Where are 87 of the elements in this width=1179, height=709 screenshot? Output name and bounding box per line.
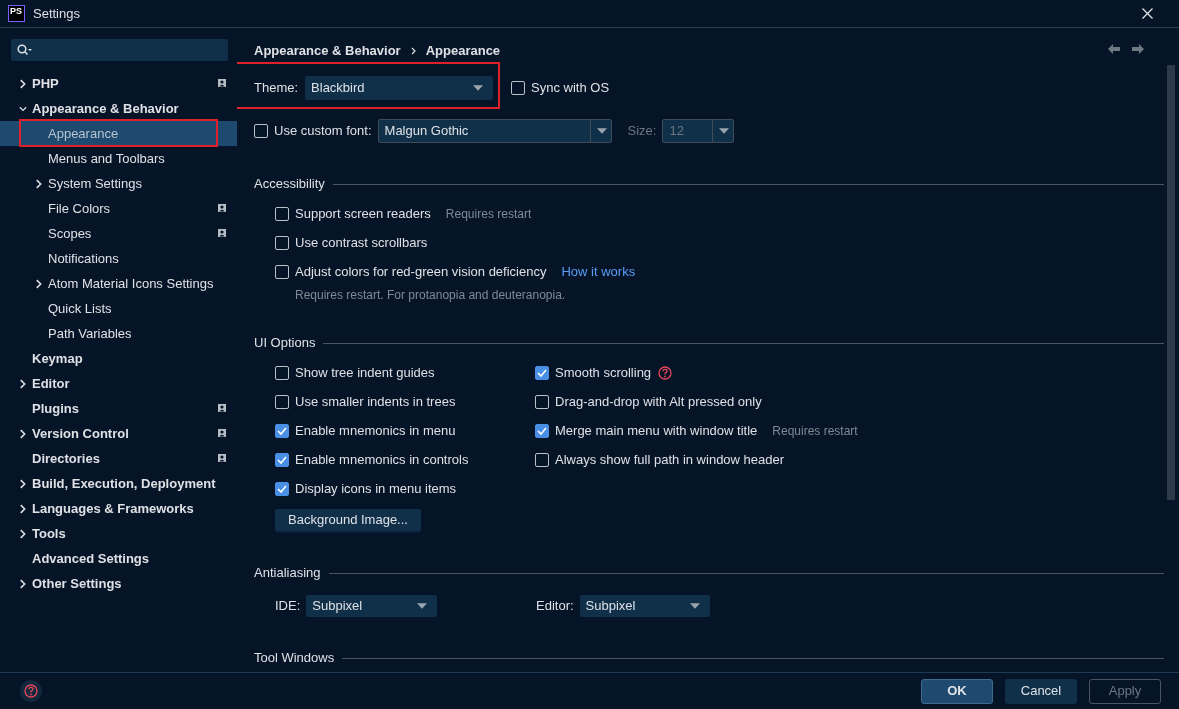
tree-item[interactable]: Version Control xyxy=(0,421,237,446)
tree-item[interactable]: Keymap xyxy=(0,346,237,371)
checkbox[interactable] xyxy=(535,365,549,380)
tree-item[interactable]: Other Settings xyxy=(0,571,237,596)
checkbox[interactable] xyxy=(254,124,268,138)
theme-dropdown[interactable]: Blackbird xyxy=(305,76,494,100)
dropdown-label: Editor: xyxy=(536,597,574,616)
dropdown-arrow-icon xyxy=(473,85,484,91)
how-it-works-link[interactable]: How it works xyxy=(561,261,636,282)
back-arrow-icon[interactable] xyxy=(1108,44,1120,54)
section-title: Accessibility xyxy=(254,175,325,194)
checkbox-label: Display icons in menu items xyxy=(295,479,457,498)
note-text: Requires restart xyxy=(772,422,858,440)
checkbox-label: Show tree indent guides xyxy=(295,363,435,382)
theme-label: Theme: xyxy=(254,79,299,98)
breadcrumb-separator-icon xyxy=(410,47,416,55)
checkbox-label: Support screen readers xyxy=(295,204,431,223)
checkbox-label: Use custom font: xyxy=(274,122,372,141)
checkbox[interactable] xyxy=(275,206,289,221)
tree-item[interactable]: Build, Execution, Deployment xyxy=(0,471,237,496)
checkbox[interactable] xyxy=(535,394,549,409)
search-icon xyxy=(17,44,32,56)
tree-item[interactable]: Atom Material Icons Settings xyxy=(0,271,237,296)
tree-item[interactable]: Notifications xyxy=(0,246,237,271)
dialog-button[interactable]: Cancel xyxy=(1005,678,1077,704)
forward-arrow-icon[interactable] xyxy=(1132,44,1144,54)
dialog-button[interactable]: OK xyxy=(921,678,993,704)
checkbox[interactable] xyxy=(275,264,289,279)
tree-item[interactable]: Quick Lists xyxy=(0,296,237,321)
checkbox-label: Sync with OS xyxy=(531,79,610,98)
checkbox-label: Enable mnemonics in menu xyxy=(295,421,456,440)
tree-item[interactable]: Menus and Toolbars xyxy=(0,146,237,171)
tree-item[interactable]: Languages & Frameworks xyxy=(0,496,237,521)
checkbox-label: Enable mnemonics in controls xyxy=(295,450,469,469)
tree-item[interactable]: System Settings xyxy=(0,171,237,196)
dropdown-label: IDE: xyxy=(275,597,301,616)
breadcrumb-item[interactable]: Appearance & Behavior xyxy=(254,42,401,60)
section-title: Tool Windows xyxy=(254,649,335,668)
font-dropdown[interactable]: Malgun Gothic xyxy=(377,119,612,143)
dropdown-arrow-icon xyxy=(719,128,730,134)
help-button[interactable] xyxy=(20,680,42,702)
background-image-button[interactable]: Background Image... xyxy=(275,509,421,533)
tree-item[interactable]: Path Variables xyxy=(0,321,237,346)
section-title: Antialiasing xyxy=(254,564,321,583)
note-text: Requires restart xyxy=(445,205,532,223)
size-label: Size: xyxy=(627,122,657,141)
checkbox[interactable] xyxy=(275,423,289,438)
scrollbar[interactable] xyxy=(1167,65,1175,500)
help-icon xyxy=(24,684,38,698)
hint-text: Requires restart. For protanopia and deuteranopia. xyxy=(295,287,567,304)
checkbox[interactable] xyxy=(511,81,526,95)
tree-item[interactable]: Plugins xyxy=(0,396,237,421)
tree-item[interactable]: Advanced Settings xyxy=(0,546,237,571)
checkbox[interactable] xyxy=(275,394,289,409)
antialiasing-dropdown[interactable]: Subpixel xyxy=(306,595,438,617)
checkbox-label: Drag-and-drop with Alt pressed only xyxy=(555,392,762,411)
section-title: UI Options xyxy=(254,334,316,353)
tree-item[interactable]: File Colors xyxy=(0,196,237,221)
tree-item[interactable]: PHP xyxy=(0,71,237,96)
checkbox[interactable] xyxy=(535,423,549,438)
checkbox[interactable] xyxy=(275,235,289,250)
checkbox[interactable] xyxy=(275,452,289,467)
checkbox-label: Use smaller indents in trees xyxy=(295,392,456,411)
search-field[interactable] xyxy=(11,39,228,61)
tree-item[interactable]: Appearance & Behavior xyxy=(0,96,237,121)
dropdown-arrow-icon xyxy=(596,128,607,134)
checkbox[interactable] xyxy=(275,481,289,496)
checkbox[interactable] xyxy=(275,365,289,380)
close-icon[interactable] xyxy=(1142,8,1153,19)
tree-item[interactable]: Scopes xyxy=(0,221,237,246)
dropdown-arrow-icon xyxy=(417,603,428,609)
tree-item[interactable]: Directories xyxy=(0,446,237,471)
checkbox-label: Smooth scrolling xyxy=(555,363,652,382)
dropdown-arrow-icon xyxy=(689,603,700,609)
checkbox-label: Always show full path in window header xyxy=(555,450,785,469)
checkbox-label: Merge main menu with window title xyxy=(555,421,758,440)
antialiasing-dropdown[interactable]: Subpixel xyxy=(579,595,710,617)
breadcrumb-item[interactable]: Appearance xyxy=(425,42,501,60)
tree-item[interactable]: Appearance xyxy=(0,121,237,146)
checkbox[interactable] xyxy=(535,452,549,467)
app-logo: PS xyxy=(8,5,25,22)
checkbox-label: Use contrast scrollbars xyxy=(295,233,428,252)
tree-item[interactable]: Editor xyxy=(0,371,237,396)
window-title: Settings xyxy=(33,4,80,23)
checkbox-label: Adjust colors for red-green vision deficiency xyxy=(295,262,547,281)
tree-item[interactable]: Tools xyxy=(0,521,237,546)
help-icon[interactable] xyxy=(658,365,673,380)
